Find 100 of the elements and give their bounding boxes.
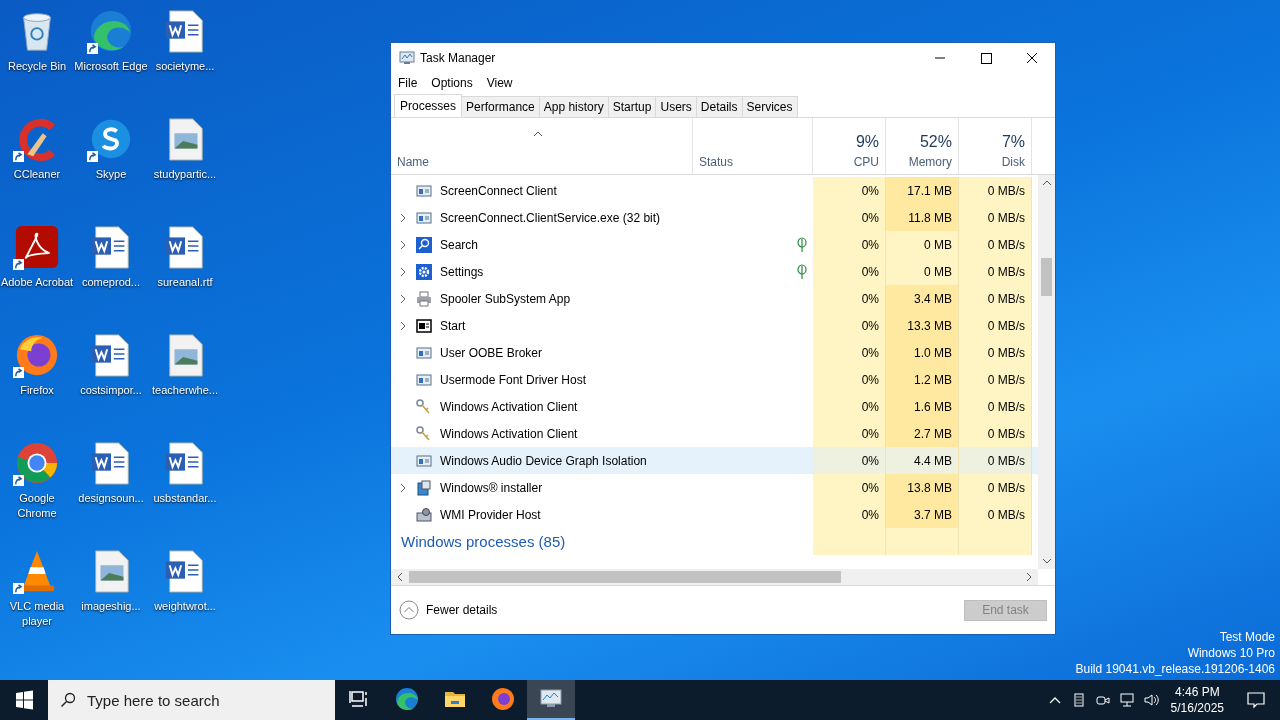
- process-row[interactable]: Windows Activation Client 0% 2.7 MB 0 MB/s: [391, 420, 1038, 447]
- table-cell: 2.7 MB: [886, 420, 959, 447]
- tab[interactable]: Details: [695, 96, 743, 117]
- desktop-icon-label[interactable]: costsimpor...: [74, 383, 148, 398]
- table-cell: 13.8 MB: [886, 474, 959, 501]
- table-cell: 0%: [813, 285, 886, 312]
- process-row[interactable]: Windows® installer 0% 13.8 MB 0 MB/s: [391, 474, 1038, 501]
- expand-chevron-icon[interactable]: [399, 293, 407, 304]
- process-row[interactable]: Windows Activation Client 0% 1.6 MB 0 MB/s: [391, 393, 1038, 420]
- expand-chevron-icon[interactable]: [399, 239, 407, 250]
- tab[interactable]: Performance: [461, 96, 540, 117]
- table-cell: 0%: [813, 447, 886, 474]
- process-row[interactable]: Usermode Font Driver Host 0% 1.2 MB 0 MB/s: [391, 366, 1038, 393]
- table-cell: 0%: [813, 474, 886, 501]
- app-icon[interactable]: [88, 8, 134, 54]
- search-field[interactable]: Type here to search: [48, 680, 335, 720]
- horizontal-scrollbar[interactable]: [391, 569, 1038, 585]
- vertical-scrollbar[interactable]: [1038, 175, 1055, 569]
- process-name: WMI Provider Host: [440, 507, 541, 522]
- taskbar-app-button[interactable]: [527, 680, 575, 720]
- process-row[interactable]: Windows Audio Device Graph Isolation 0% 4.4 MB 0 MB/s: [391, 447, 1038, 474]
- app-icon[interactable]: [14, 440, 60, 486]
- clock[interactable]: 4:46 PM 5/16/2025: [1170, 684, 1224, 716]
- column-header[interactable]: Status: [699, 155, 806, 169]
- scroll-right-icon[interactable]: [1025, 572, 1033, 582]
- menu-item[interactable]: View: [486, 76, 513, 90]
- table-cell: 0 MB: [886, 258, 959, 285]
- desktop-icon-label[interactable]: Microsoft Edge: [74, 59, 148, 74]
- speaker-icon[interactable]: [1142, 692, 1159, 708]
- desktop-icon-label[interactable]: studypartic...: [148, 167, 222, 182]
- desktop-icon-label[interactable]: Adobe Acrobat: [0, 275, 74, 290]
- column-header[interactable]: Memory: [908, 155, 952, 169]
- scroll-down-icon[interactable]: [1041, 557, 1052, 565]
- expand-chevron-icon[interactable]: [399, 212, 407, 223]
- app-icon[interactable]: [14, 332, 60, 378]
- process-row[interactable]: Search 0% 0 MB 0 MB/s: [391, 231, 1038, 258]
- desktop-icon-label[interactable]: Firefox: [0, 383, 74, 398]
- process-name: Settings: [440, 264, 484, 279]
- scroll-left-icon[interactable]: [396, 572, 404, 582]
- process-name: ScreenConnect.ClientService.exe (32 bit): [440, 210, 661, 225]
- scrollbar-thumb[interactable]: [409, 571, 841, 583]
- desktop-icon-label[interactable]: societyme...: [148, 59, 222, 74]
- desktop-icon-label[interactable]: sureanal.rtf: [148, 275, 222, 290]
- tab[interactable]: Startup: [607, 96, 657, 117]
- window-icon: [416, 182, 432, 199]
- column-percent: 9%: [855, 133, 879, 151]
- desktop-icon-label[interactable]: teacherwhe...: [148, 383, 222, 398]
- table-cell: 0 MB/s: [959, 204, 1032, 231]
- column-header[interactable]: Disk: [1001, 155, 1025, 169]
- keys-icon: [416, 398, 432, 415]
- desktop-icon-label[interactable]: Skype: [74, 167, 148, 182]
- browser-icon[interactable]: [395, 687, 419, 711]
- table-cell: 0 MB/s: [959, 177, 1032, 204]
- column-header[interactable]: Name: [397, 155, 686, 169]
- process-row[interactable]: User OOBE Broker 0% 1.0 MB 0 MB/s: [391, 339, 1038, 366]
- desktop-icon-label[interactable]: comeprod...: [74, 275, 148, 290]
- menu-item[interactable]: Options: [431, 76, 473, 90]
- process-row[interactable]: Settings 0% 0 MB 0 MB/s: [391, 258, 1038, 285]
- desktop-icon-label[interactable]: Recycle Bin: [0, 59, 74, 74]
- process-row[interactable]: WMI Provider Host 0% 3.7 MB 0 MB/s: [391, 501, 1038, 528]
- desktop-icon-label[interactable]: VLC media player: [0, 599, 74, 629]
- table-cell: 1.0 MB: [886, 339, 959, 366]
- process-row[interactable]: ScreenConnect Client 0% 17.1 MB 0 MB/s: [391, 177, 1038, 204]
- monitor-icon: [399, 50, 415, 66]
- process-name: Windows® installer: [440, 480, 543, 495]
- tab[interactable]: Processes: [394, 94, 463, 117]
- tab[interactable]: App history: [538, 96, 609, 117]
- desktop-icon-label[interactable]: usbstandar...: [148, 491, 222, 506]
- expand-chevron-icon[interactable]: [399, 320, 407, 331]
- desktop-icon-label[interactable]: weightwrot...: [148, 599, 222, 614]
- collapse-icon[interactable]: [399, 600, 419, 620]
- process-row[interactable]: Start 0% 13.3 MB 0 MB/s: [391, 312, 1038, 339]
- expand-chevron-icon[interactable]: [399, 482, 407, 493]
- app-icon[interactable]: [14, 224, 60, 270]
- table-cell: 0 MB/s: [959, 258, 1032, 285]
- table-cell: 0 MB/s: [959, 366, 1032, 393]
- clock-time: 4:46 PM: [1174, 684, 1220, 700]
- process-row[interactable]: Spooler SubSystem App 0% 3.4 MB 0 MB/s: [391, 285, 1038, 312]
- scrollbar-thumb[interactable]: [1041, 258, 1052, 296]
- menu-item[interactable]: File: [398, 76, 418, 90]
- process-name: Start: [440, 318, 466, 333]
- notification-icon[interactable]: [1246, 690, 1266, 710]
- browser-icon[interactable]: [491, 687, 515, 711]
- desktop-icon-label[interactable]: Google Chrome: [0, 491, 74, 521]
- desktop-icon-label[interactable]: imageshig...: [74, 599, 148, 614]
- sort-caret-icon[interactable]: [533, 131, 543, 137]
- group-header[interactable]: Windows processes (85): [401, 533, 566, 550]
- table-cell: 0%: [813, 501, 886, 528]
- tab[interactable]: Users: [655, 96, 697, 117]
- desktop-icon-label[interactable]: designsoun...: [74, 491, 148, 506]
- network-icon[interactable]: [1118, 692, 1135, 708]
- process-row[interactable]: ScreenConnect.ClientService.exe (32 bit) 0% 11.8 MB 0 MB/s: [391, 204, 1038, 231]
- expand-chevron-icon[interactable]: [399, 266, 407, 277]
- scroll-up-icon[interactable]: [1041, 179, 1052, 187]
- tab[interactable]: Services: [741, 96, 798, 117]
- desktop-icon-label[interactable]: CCleaner: [0, 167, 74, 182]
- column-header[interactable]: CPU: [853, 155, 879, 169]
- process-name: Usermode Font Driver Host: [440, 372, 587, 387]
- system-info-text: Build 19041.vb_release.191206-1406: [1075, 661, 1275, 677]
- fewer-details-link[interactable]: Fewer details: [426, 603, 498, 617]
